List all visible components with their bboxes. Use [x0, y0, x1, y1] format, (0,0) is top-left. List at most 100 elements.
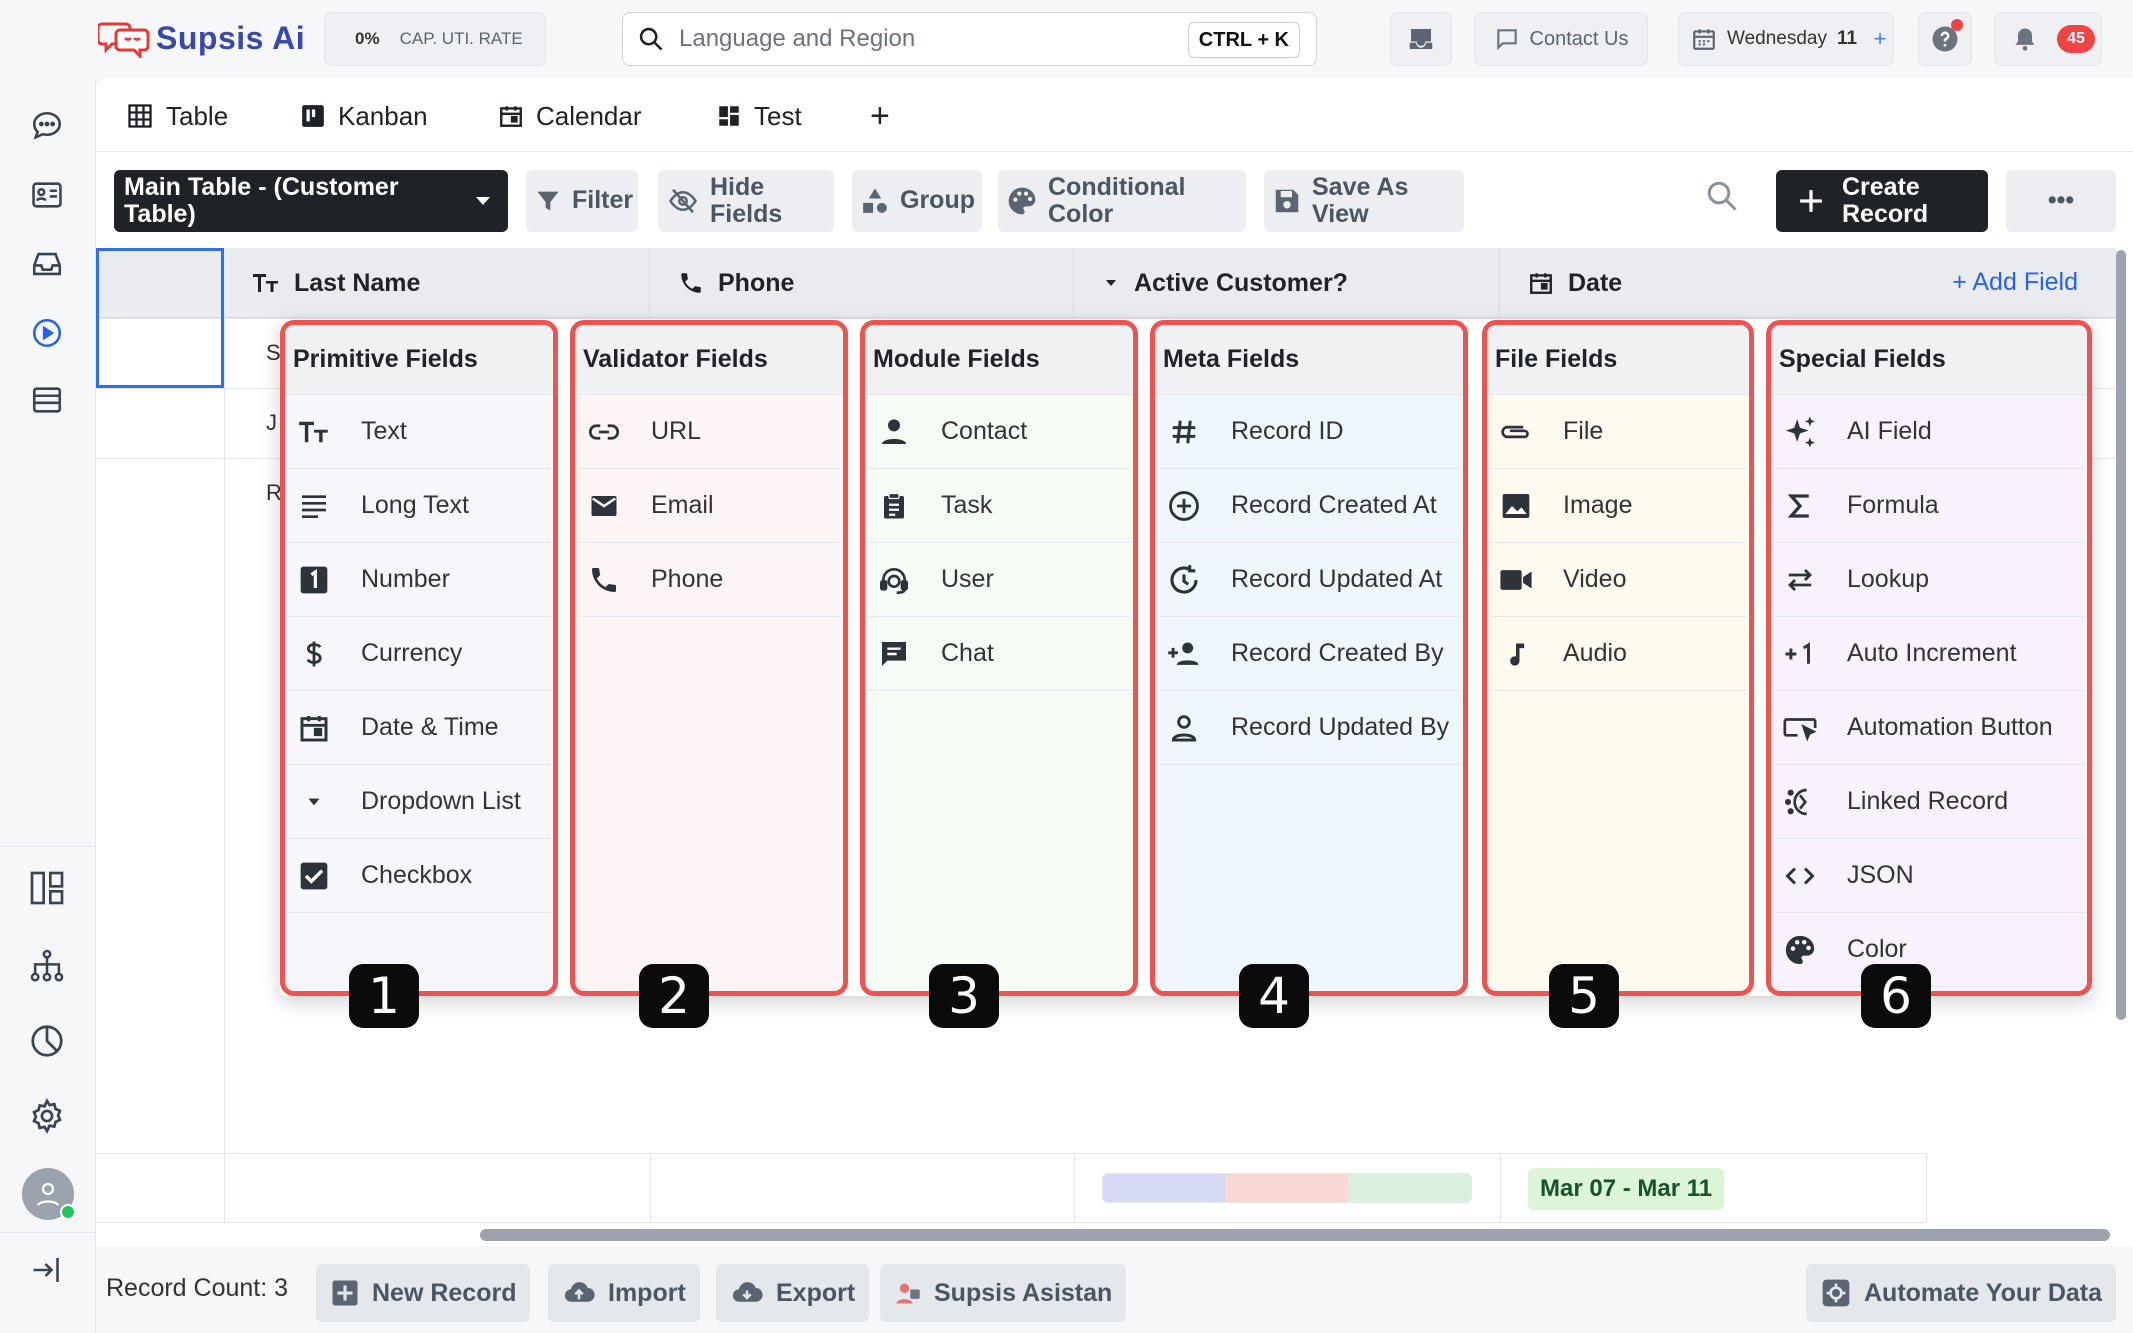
inbox-icon[interactable] [27, 244, 67, 284]
filter-button[interactable]: Filter [526, 170, 638, 232]
search-icon[interactable] [1704, 178, 1740, 214]
vertical-scrollbar[interactable] [2116, 250, 2126, 1020]
notifications-button[interactable]: 45 [1994, 12, 2102, 66]
chat-bubble-icon[interactable] [27, 106, 67, 146]
conditional-color-button[interactable]: Conditional Color [998, 170, 1246, 232]
chat-icon [877, 637, 911, 671]
table-row[interactable]: S [266, 340, 281, 366]
save-icon [1272, 186, 1302, 216]
table-select-dropdown[interactable]: Main Table - (Customer Table) [114, 170, 508, 232]
category-number-badge: 1 [349, 964, 419, 1028]
field-type-image[interactable]: Image [1489, 469, 1747, 543]
field-type-contact[interactable]: Contact [867, 395, 1131, 469]
tab-test[interactable]: Test [716, 94, 802, 138]
refresh-clock-icon [1167, 563, 1201, 597]
tab-calendar[interactable]: Calendar [498, 94, 642, 138]
dashboard-icon[interactable] [27, 868, 67, 908]
app-logo[interactable]: Supsis Ai [98, 14, 305, 62]
field-type-label: JSON [1847, 861, 1914, 889]
field-type-formula[interactable]: Formula [1773, 469, 2085, 543]
play-circle-icon[interactable] [27, 313, 67, 353]
field-type-dropdown-list[interactable]: Dropdown List [287, 765, 551, 839]
field-type-currency[interactable]: Currency [287, 617, 551, 691]
sparkle-icon [1783, 415, 1817, 449]
field-type-lookup[interactable]: Lookup [1773, 543, 2085, 617]
calendar-icon [498, 103, 524, 129]
field-type-file[interactable]: File [1489, 395, 1747, 469]
contact-us-button[interactable]: Contact Us [1474, 12, 1648, 66]
field-type-long-text[interactable]: Long Text [287, 469, 551, 543]
field-type-checkbox[interactable]: Checkbox [287, 839, 551, 913]
palette-icon [1006, 185, 1038, 217]
field-type-json[interactable]: JSON [1773, 839, 2085, 913]
field-type-label: Contact [941, 417, 1028, 445]
field-type-audio[interactable]: Audio [1489, 617, 1747, 691]
field-category-meta-fields: Meta Fields Record ID Record Created At Rec… [1150, 320, 1468, 996]
field-type-automation-button[interactable]: Automation Button [1773, 691, 2085, 765]
chevron-down-icon [474, 195, 492, 207]
avatar[interactable] [22, 1168, 76, 1220]
group-button[interactable]: Group [852, 170, 982, 232]
field-type-record-created-at[interactable]: Record Created At [1157, 469, 1461, 543]
email-icon [587, 489, 621, 523]
date-chip[interactable]: Wednesday 11 + [1678, 12, 1894, 66]
phone-icon [587, 563, 621, 597]
more-options-button[interactable]: ••• [2006, 170, 2116, 232]
table-view-icon[interactable] [27, 380, 67, 420]
attachment-icon [1499, 415, 1533, 449]
tab-kanban[interactable]: Kanban [300, 94, 428, 138]
save-as-view-button[interactable]: Save As View [1264, 170, 1464, 232]
field-type-label: Currency [361, 639, 463, 667]
search-input[interactable]: Language and Region CTRL + K [622, 12, 1317, 66]
field-type-record-updated-by[interactable]: Record Updated By [1157, 691, 1461, 765]
field-type-text[interactable]: Text [287, 395, 551, 469]
field-type-email[interactable]: Email [577, 469, 841, 543]
field-type-number[interactable]: Number [287, 543, 551, 617]
add-tab-button[interactable]: + [870, 94, 890, 138]
inbox-button[interactable] [1390, 12, 1452, 66]
field-type-url[interactable]: URL [577, 395, 841, 469]
export-button[interactable]: Export [716, 1264, 870, 1322]
table-row[interactable]: J [266, 410, 277, 436]
field-type-record-updated-at[interactable]: Record Updated At [1157, 543, 1461, 617]
help-button[interactable] [1918, 12, 1972, 66]
assistant-label: Supsis Asistan [934, 1278, 1113, 1307]
create-record-button[interactable]: Create Record [1776, 170, 1988, 232]
add-date-button[interactable]: + [1867, 26, 1893, 52]
field-type-user[interactable]: User [867, 543, 1131, 617]
supsis-assistant-button[interactable]: Supsis Asistan [880, 1264, 1127, 1322]
import-button[interactable]: Import [548, 1264, 700, 1322]
horizontal-scrollbar[interactable] [480, 1229, 2110, 1241]
cap-rate-chip[interactable]: 0% CAP. UTI. RATE [324, 12, 546, 66]
pie-chart-icon[interactable] [27, 1021, 67, 1061]
field-type-phone[interactable]: Phone [577, 543, 841, 617]
field-type-label: Long Text [361, 491, 469, 519]
automate-data-button[interactable]: Automate Your Data [1806, 1264, 2117, 1322]
column-header-phone[interactable]: Phone [650, 248, 1074, 318]
column-header-last-name[interactable]: Last Name [224, 248, 650, 318]
field-type-auto-increment[interactable]: Auto Increment [1773, 617, 2085, 691]
category-number-badge: 4 [1239, 964, 1309, 1028]
field-category-title: Special Fields [1771, 325, 2087, 395]
field-type-task[interactable]: Task [867, 469, 1131, 543]
field-type-record-id[interactable]: Record ID [1157, 395, 1461, 469]
field-type-date-time[interactable]: Date & Time [287, 691, 551, 765]
contact-card-icon[interactable] [27, 175, 67, 215]
tab-table[interactable]: Table [126, 94, 229, 138]
column-header-active-customer[interactable]: Active Customer? [1074, 248, 1500, 318]
column-header-date[interactable]: Date [1500, 248, 1930, 318]
add-field-button[interactable]: + Add Field [1952, 268, 2078, 297]
hide-fields-button[interactable]: Hide Fields [658, 170, 834, 232]
field-type-chat[interactable]: Chat [867, 617, 1131, 691]
field-type-linked-record[interactable]: Linked Record [1773, 765, 2085, 839]
settings-gear-icon[interactable] [27, 1096, 67, 1136]
hierarchy-icon[interactable] [27, 946, 67, 986]
new-record-button[interactable]: New Record [316, 1264, 531, 1322]
collapse-sidebar-icon[interactable] [27, 1250, 67, 1290]
field-type-video[interactable]: Video [1489, 543, 1747, 617]
linked-icon [1783, 785, 1817, 819]
column-divider [224, 318, 225, 1223]
selected-cell[interactable] [96, 248, 224, 388]
field-type-ai-field[interactable]: AI Field [1773, 395, 2085, 469]
field-type-record-created-by[interactable]: Record Created By [1157, 617, 1461, 691]
